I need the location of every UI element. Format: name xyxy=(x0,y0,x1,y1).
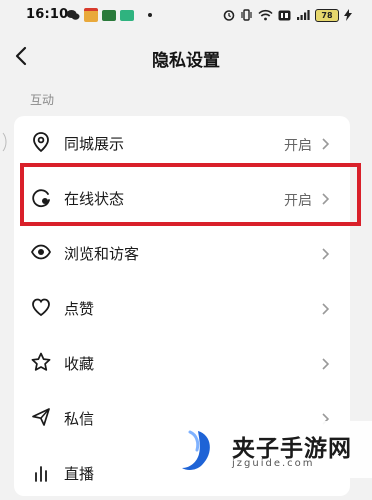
row-label: 浏览和访客 xyxy=(64,245,140,263)
edge-handle-icon xyxy=(2,132,7,152)
charging-bolt-icon xyxy=(344,9,352,21)
section-header: 互动 xyxy=(30,93,55,107)
vibrate-icon xyxy=(241,9,252,21)
wifi-icon xyxy=(258,9,273,21)
send-icon xyxy=(32,408,50,426)
battery-indicator: 78 xyxy=(315,8,339,22)
watermark-domain: jzguide.com xyxy=(232,458,315,469)
settings-row-likes[interactable]: 点赞 xyxy=(14,281,350,335)
wechat-icon xyxy=(66,10,80,20)
row-value: 开启 xyxy=(284,138,312,154)
app-notification-icon xyxy=(102,9,116,21)
star-icon xyxy=(31,352,51,371)
row-label: 直播 xyxy=(64,465,95,483)
settings-row-local-display[interactable]: 同城展示 开启 xyxy=(14,116,350,170)
notification-icons xyxy=(66,8,152,22)
row-label: 点赞 xyxy=(64,300,95,318)
watermark-logo-icon xyxy=(182,430,210,470)
status-right: 78 xyxy=(223,7,352,23)
location-pin-icon xyxy=(33,132,49,153)
row-label: 收藏 xyxy=(64,355,95,373)
chevron-right-icon xyxy=(322,358,330,370)
settings-row-browse-visitors[interactable]: 浏览和访客 xyxy=(14,226,350,280)
chevron-right-icon xyxy=(322,303,330,315)
app-notification-icon xyxy=(120,9,134,21)
live-chart-icon xyxy=(35,466,47,482)
status-time: 16:10 xyxy=(26,7,69,22)
heart-icon xyxy=(32,298,50,317)
row-label: 同城展示 xyxy=(64,135,125,153)
highlight-box xyxy=(20,163,361,226)
alarm-icon xyxy=(223,10,235,21)
cellular-signal-icon xyxy=(297,10,310,20)
hd-signal-icon xyxy=(278,10,291,20)
chevron-right-icon xyxy=(322,138,330,150)
page-title: 隐私设置 xyxy=(152,51,220,71)
row-label: 私信 xyxy=(64,410,95,428)
settings-row-favorites[interactable]: 收藏 xyxy=(14,336,350,390)
chevron-right-icon xyxy=(322,248,330,260)
nav-bar: 隐私设置 xyxy=(0,30,372,86)
more-notifications-dot xyxy=(148,13,152,17)
eye-icon xyxy=(30,244,52,260)
app-notification-icon xyxy=(84,8,98,22)
status-bar: 16:10 78 xyxy=(0,0,372,30)
